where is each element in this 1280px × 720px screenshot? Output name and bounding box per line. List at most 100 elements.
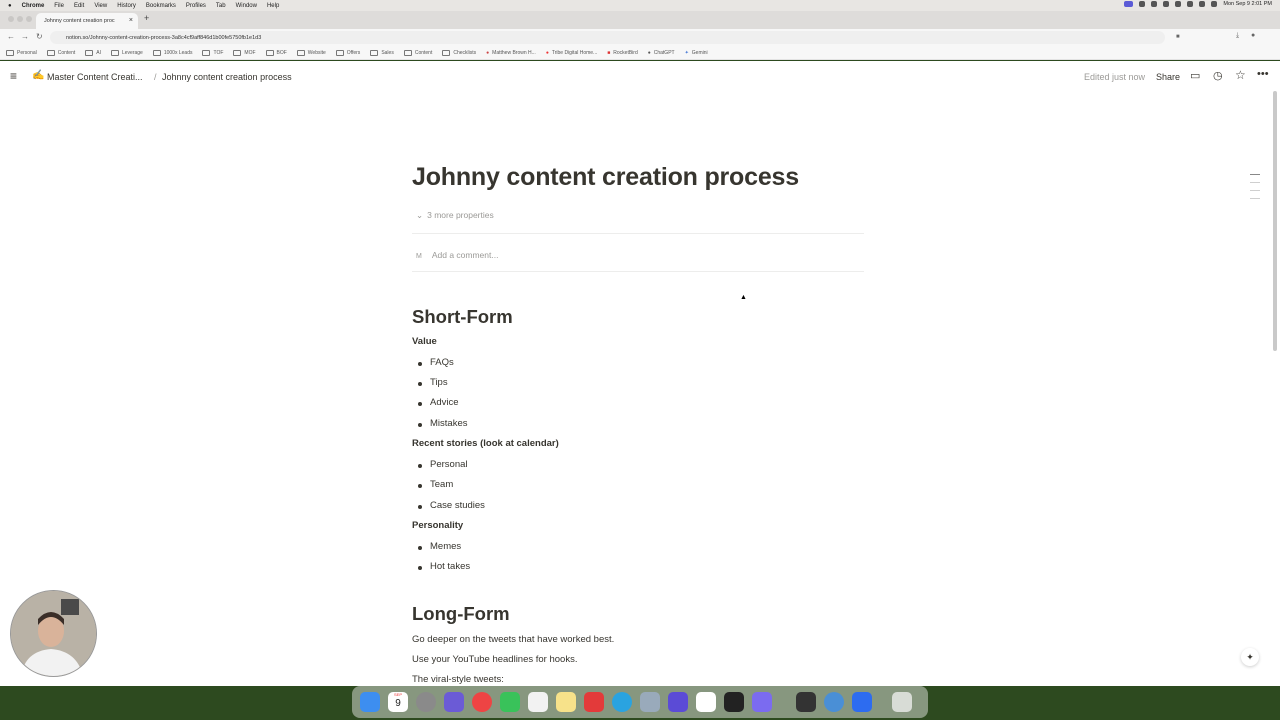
menu-app-name[interactable]: Chrome — [22, 3, 45, 9]
more-options-icon[interactable]: ••• — [1257, 68, 1269, 80]
status-icon[interactable] — [1187, 1, 1194, 7]
status-icon[interactable] — [1163, 1, 1170, 7]
bookmark-item[interactable]: Content — [46, 49, 75, 56]
calculator-icon[interactable] — [796, 692, 816, 712]
bookmark-item[interactable]: ● Tribe Digital Home... — [546, 50, 597, 56]
paragraph[interactable]: The viral-style tweets: — [412, 674, 504, 685]
table-of-contents-mark[interactable] — [1250, 182, 1260, 183]
scrollbar[interactable] — [1273, 91, 1277, 351]
tasks-icon[interactable] — [696, 692, 716, 712]
heading-long-form[interactable]: Long-Form — [412, 603, 510, 625]
bookmark-item[interactable]: Content — [403, 49, 432, 56]
menu-bookmarks[interactable]: Bookmarks — [146, 3, 176, 9]
menu-window[interactable]: Window — [236, 3, 257, 9]
messages-icon[interactable] — [500, 692, 520, 712]
new-tab-icon[interactable]: + — [144, 13, 149, 23]
table-of-contents-mark[interactable] — [1250, 198, 1260, 199]
list-item[interactable]: FAQs — [418, 357, 454, 368]
group-label[interactable]: Personality — [412, 520, 463, 531]
app-icon[interactable] — [752, 692, 772, 712]
window-zoom-button[interactable] — [26, 16, 32, 22]
history-icon[interactable]: ◷ — [1213, 69, 1223, 82]
group-label[interactable]: Recent stories (look at calendar) — [412, 438, 559, 449]
breadcrumb-parent[interactable]: Master Content Creati... — [47, 72, 143, 82]
menu-edit[interactable]: Edit — [74, 3, 84, 9]
battery-icon[interactable] — [1211, 1, 1218, 7]
status-icon[interactable] — [1124, 1, 1134, 7]
trash-icon[interactable] — [892, 692, 912, 712]
address-bar[interactable]: notion.so/Johnny-content-creation-proces… — [50, 31, 1165, 44]
bookmark-item[interactable]: ✦ Gemini — [685, 50, 708, 56]
close-tab-icon[interactable]: × — [129, 17, 133, 24]
slack-icon[interactable] — [528, 692, 548, 712]
menu-file[interactable]: File — [54, 3, 64, 9]
bookmark-item[interactable]: AI — [85, 49, 101, 56]
app-icon[interactable] — [724, 692, 744, 712]
list-item[interactable]: Mistakes — [417, 418, 467, 429]
comment-input[interactable]: Add a comment... — [432, 250, 499, 260]
finder-icon[interactable] — [360, 692, 380, 712]
list-item[interactable]: Personal — [418, 459, 468, 470]
calendar-icon[interactable]: SEP 9 — [388, 692, 408, 712]
forward-icon[interactable]: → — [21, 32, 29, 41]
status-icon[interactable] — [1139, 1, 1146, 7]
list-item[interactable]: Case studies — [418, 500, 485, 511]
more-properties-toggle[interactable]: ⌄ 3 more properties — [416, 210, 494, 221]
menu-history[interactable]: History — [117, 3, 136, 9]
app-icon[interactable] — [668, 692, 688, 712]
list-item[interactable]: Memes — [417, 541, 461, 552]
bookmark-item[interactable]: TOF — [202, 49, 223, 56]
comment-box[interactable]: M Add a comment... — [416, 250, 498, 260]
bookmark-item[interactable]: Website — [296, 49, 326, 56]
bookmark-item[interactable]: Checklists — [442, 49, 476, 56]
app-icon[interactable] — [824, 692, 844, 712]
ai-sparkle-icon[interactable]: ✦ — [1241, 648, 1259, 666]
bookmark-item[interactable]: Personal — [6, 49, 37, 56]
app-icon[interactable] — [444, 692, 464, 712]
bookmark-item[interactable]: Leverage — [110, 49, 143, 56]
breadcrumb-current[interactable]: Johnny content creation process — [162, 72, 292, 82]
group-label[interactable]: Value — [412, 336, 437, 347]
settings-icon[interactable] — [416, 692, 436, 712]
list-item[interactable]: Advice — [418, 397, 459, 408]
sidebar-menu-icon[interactable]: ≡ — [10, 69, 17, 83]
telegram-icon[interactable] — [612, 692, 632, 712]
bookmark-item[interactable]: ● Matthew Brown H... — [486, 50, 536, 56]
bookmark-item[interactable]: Offers — [335, 49, 360, 56]
paragraph[interactable]: Go deeper on the tweets that have worked… — [412, 634, 614, 645]
menu-profiles[interactable]: Profiles — [186, 3, 206, 9]
table-of-contents-mark[interactable] — [1250, 190, 1260, 191]
bookmark-item[interactable]: Sales — [370, 49, 394, 56]
extensions-icon[interactable]: ■ — [1176, 34, 1180, 40]
heading-short-form[interactable]: Short-Form — [412, 306, 513, 328]
wifi-icon[interactable] — [1199, 1, 1206, 7]
app-icon[interactable] — [584, 692, 604, 712]
menu-view[interactable]: View — [94, 3, 107, 9]
browser-tab[interactable]: Johnny content creation proc × — [36, 13, 138, 29]
list-item[interactable]: Hot takes — [417, 561, 470, 572]
status-icon[interactable] — [1151, 1, 1158, 7]
favorite-star-icon[interactable]: ☆ — [1235, 68, 1246, 82]
bookmark-item[interactable]: 1000x Leads — [152, 49, 192, 56]
apple-icon[interactable]: ● — [8, 3, 12, 9]
zoom-icon[interactable] — [852, 692, 872, 712]
bookmark-item[interactable]: BOF — [265, 49, 287, 56]
bookmark-item[interactable]: ■ RocketBird — [607, 50, 637, 56]
reload-icon[interactable]: ↻ — [36, 32, 43, 41]
window-close-button[interactable] — [8, 16, 14, 22]
clock[interactable]: Mon Sep 9 2:01 PM — [1223, 1, 1272, 7]
bookmark-item[interactable]: MOF — [233, 49, 256, 56]
list-item[interactable]: Tips — [418, 377, 448, 388]
paragraph[interactable]: Use your YouTube headlines for hooks. — [412, 654, 577, 665]
notes-icon[interactable] — [556, 692, 576, 712]
comments-icon[interactable]: ▭ — [1190, 69, 1200, 82]
table-of-contents-mark[interactable] — [1250, 174, 1260, 175]
profile-icon[interactable]: ● — [1251, 32, 1255, 39]
bookmark-item[interactable]: ● ChatGPT — [648, 50, 675, 56]
download-icon[interactable]: ⤓ — [1236, 32, 1239, 40]
page-title[interactable]: Johnny content creation process — [412, 163, 799, 192]
preview-icon[interactable] — [640, 692, 660, 712]
list-item[interactable]: Team — [417, 479, 453, 490]
window-minimize-button[interactable] — [17, 16, 23, 22]
share-button[interactable]: Share — [1156, 72, 1180, 82]
